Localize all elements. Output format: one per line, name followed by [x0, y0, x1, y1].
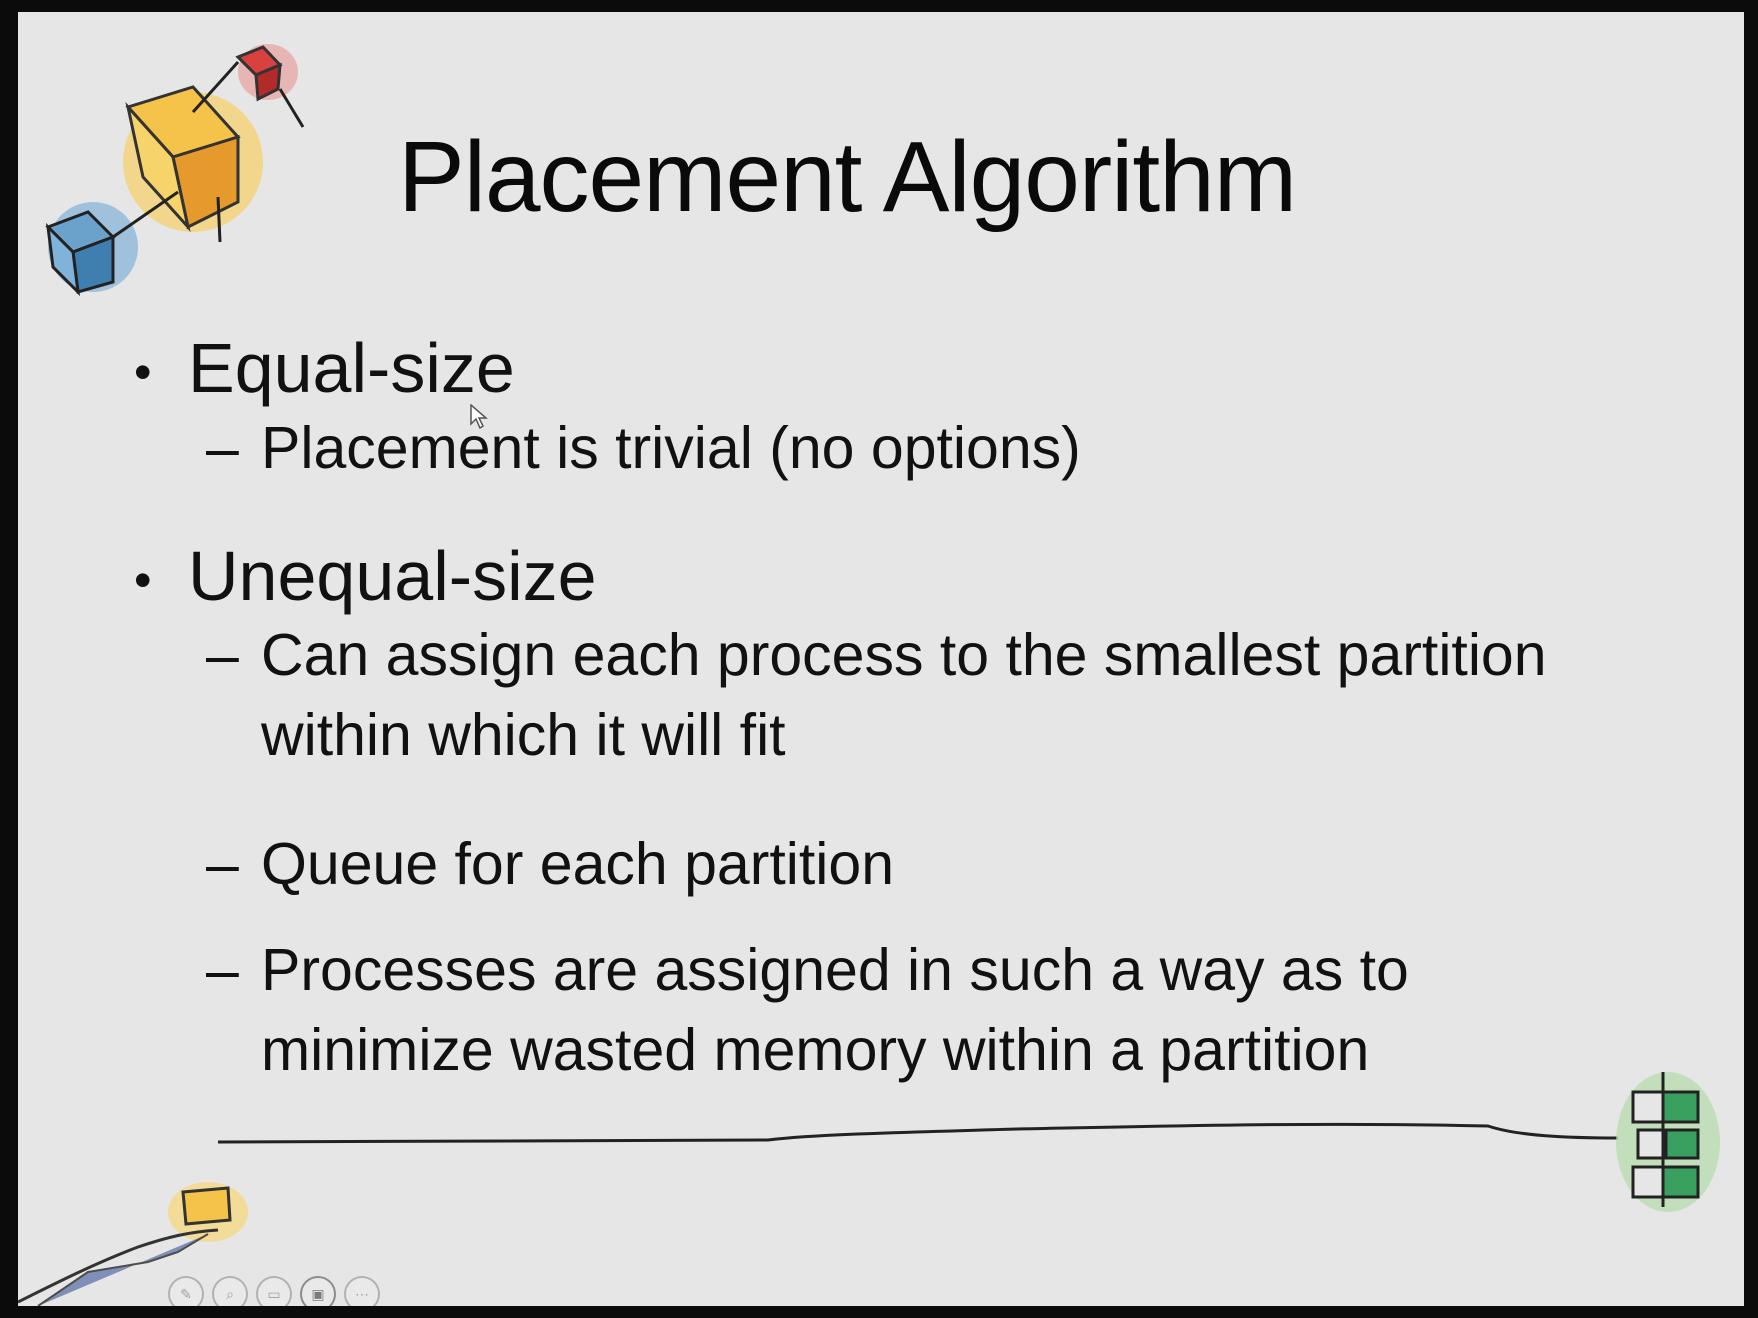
pen-icon[interactable]: ✎ — [168, 1276, 204, 1306]
cubes-decoration-icon — [45, 44, 305, 297]
subitem-text: Queue for each partition — [261, 831, 895, 897]
zoom-icon[interactable]: ⌕ — [212, 1276, 248, 1306]
subtitles-icon[interactable]: ▭ — [256, 1276, 292, 1306]
presentation-toolbar: ✎ ⌕ ▭ ▣ ⋯ — [168, 1276, 380, 1306]
bullet-glyph: • — [134, 552, 152, 608]
subitem-text: Can assign each process to the smallest … — [261, 622, 1547, 768]
bullet-text: Equal-size — [188, 329, 515, 407]
dash-glyph: – — [206, 831, 239, 897]
slide-title: Placement Algorithm — [398, 121, 1297, 233]
more-icon[interactable]: ⋯ — [344, 1276, 380, 1306]
stack-decoration-icon — [1616, 1072, 1720, 1212]
mouse-cursor-icon — [470, 404, 488, 430]
dash-glyph: – — [206, 415, 239, 481]
slide: Placement Algorithm • Equal-size – Place… — [18, 12, 1744, 1306]
subitem-text: Processes are assigned in such a way as … — [261, 937, 1409, 1083]
bullet-glyph: • — [134, 344, 152, 400]
subitem-text: Placement is trivial (no options) — [261, 415, 1081, 481]
bullet-text: Unequal-size — [188, 537, 597, 615]
baseline-decoration — [217, 1122, 1619, 1144]
dash-glyph: – — [206, 622, 239, 688]
dash-glyph: – — [206, 937, 239, 1003]
camera-icon[interactable]: ▣ — [300, 1276, 336, 1306]
